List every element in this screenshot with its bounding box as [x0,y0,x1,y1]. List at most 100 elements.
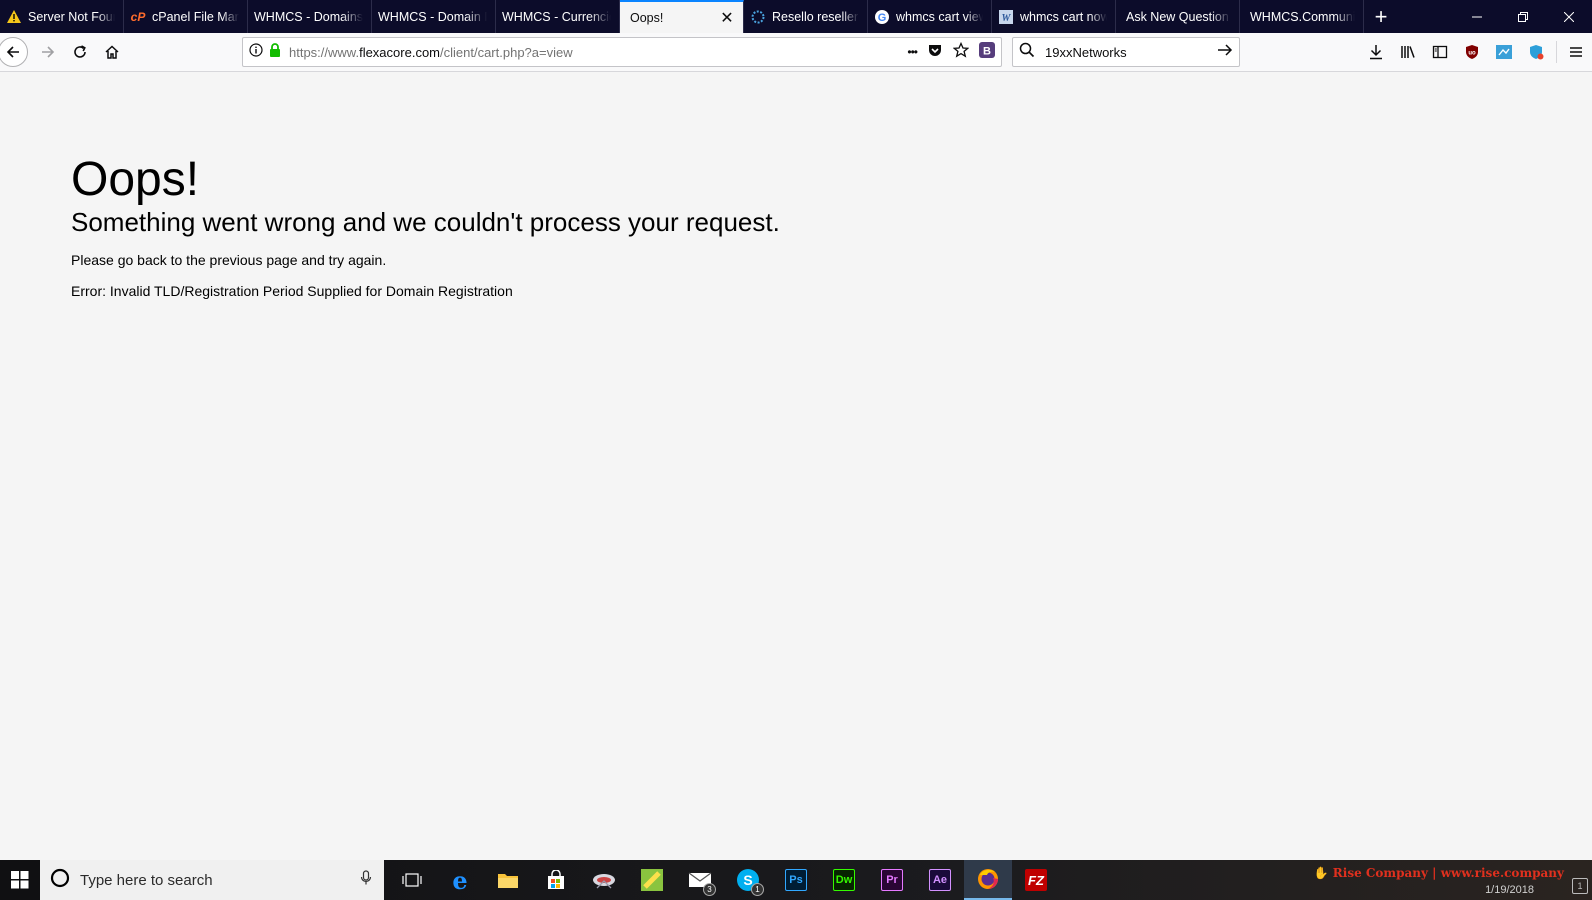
bootstrap-extension-icon[interactable]: B [979,41,995,63]
close-window-button[interactable] [1546,0,1592,33]
taskbar-edge[interactable]: e [436,860,484,900]
downloads-icon[interactable] [1360,37,1392,67]
tab-whmcs-domain-r[interactable]: WHMCS - Domain R [372,0,496,33]
page-content: Oops! Something went wrong and we couldn… [0,72,1592,860]
rise-logo-icon: ✋ [1313,866,1329,880]
sidebar-icon[interactable] [1424,37,1456,67]
taskbar-firefox[interactable] [964,860,1012,900]
url-path: /client/cart.php?a=view [440,44,573,60]
page-actions-more-icon[interactable]: ••• [907,45,918,59]
taskbar-skype[interactable]: S 1 [724,860,772,900]
pocket-icon[interactable] [927,42,943,63]
back-arrow-icon [6,46,19,58]
taskbar-mail[interactable]: 3 [676,860,724,900]
retry-message: Please go back to the previous page and … [71,252,387,268]
url-text[interactable]: https://www.flexacore.com/client/cart.ph… [289,45,907,60]
tab-title: WHMCS - Domains/ [254,9,363,24]
tab-server-not-found[interactable]: Server Not Foun [0,0,124,33]
home-button[interactable] [96,36,128,68]
restore-button[interactable] [1500,0,1546,33]
back-button[interactable] [0,37,28,67]
firefox-icon [978,869,998,889]
taskbar-search-placeholder: Type here to search [80,871,213,889]
tab-resello[interactable]: Resello reseller a [744,0,868,33]
tab-oops-active[interactable]: Oops! ✕ [620,0,744,33]
dreamweaver-icon: Dw [833,869,855,891]
search-go-arrow-icon[interactable] [1217,42,1233,63]
edge-icon: e [452,865,468,895]
taskbar-after-effects[interactable]: Ae [916,860,964,900]
tray-date[interactable]: 1/19/2018 [1485,884,1534,896]
search-input[interactable]: 19xxNetworks [1045,45,1217,60]
tab-title: whmcs cart view [896,9,983,24]
new-tab-button[interactable]: + [1364,0,1398,33]
taskbar-app-cloud[interactable] [580,860,628,900]
taskbar-search-box[interactable]: Type here to search [40,860,384,900]
tab-cpanel[interactable]: cP cPanel File Man [124,0,248,33]
windows-taskbar: Type here to search e 3 S 1 Ps Dw Pr Ae … [0,860,1592,900]
navigation-toolbar: https://www.flexacore.com/client/cart.ph… [0,33,1592,72]
tab-whmcs-domains[interactable]: WHMCS - Domains/ [248,0,372,33]
ublock-origin-icon[interactable]: uo [1456,37,1488,67]
photoshop-icon: Ps [785,869,807,891]
action-center-icon[interactable]: 1 [1572,878,1588,894]
reload-icon [74,45,86,58]
screenshot-extension-icon[interactable] [1488,37,1520,67]
task-view-icon [402,873,422,887]
close-tab-icon[interactable]: ✕ [719,8,735,28]
taskbar-filezilla[interactable]: FZ [1012,860,1060,900]
svg-text:G: G [878,12,887,24]
taskbar-photoshop[interactable]: Ps [772,860,820,900]
tab-google-search[interactable]: G whmcs cart view [868,0,992,33]
page-title: Oops! [71,153,200,206]
cpanel-icon: cP [130,9,146,24]
after-effects-icon: Ae [929,869,951,891]
info-icon[interactable] [249,42,263,62]
search-icon [1019,42,1035,63]
tab-title: WHMCS - Domain R [378,9,487,24]
task-view-button[interactable] [388,860,436,900]
library-icon[interactable] [1392,37,1424,67]
url-bar[interactable]: https://www.flexacore.com/client/cart.ph… [242,37,1002,67]
search-bar[interactable]: 19xxNetworks [1012,37,1240,67]
resello-icon [750,9,766,25]
privacy-shield-extension-icon[interactable] [1520,37,1552,67]
forward-button[interactable] [32,36,64,68]
secure-lock-icon[interactable] [269,42,281,62]
cloud-app-icon [593,874,615,889]
url-host: flexacore.com [359,44,440,60]
green-app-icon [641,869,663,891]
tab-strip: Server Not Foun cP cPanel File Man WHMCS… [0,0,1592,33]
bookmark-star-icon[interactable] [952,41,970,63]
system-tray: ✋ Rise Company | www.rise.company 1/19/20… [1312,860,1592,900]
window-controls [1454,0,1592,33]
mail-badge: 3 [703,883,716,896]
google-icon: G [874,9,890,25]
windows-logo-icon [11,871,29,889]
toolbar-right: uo [1360,37,1592,67]
svg-text:uo: uo [1468,51,1476,57]
taskbar-file-explorer[interactable] [484,860,532,900]
tab-title: Oops! [630,10,664,25]
taskbar-store[interactable] [532,860,580,900]
microphone-icon[interactable] [360,869,372,891]
tray-banner-text: Rise Company | www.rise.company [1332,866,1564,880]
filezilla-icon: FZ [1025,869,1047,891]
tab-title: whmcs cart now [1020,9,1107,24]
start-button[interactable] [0,860,40,900]
tab-word[interactable]: W whmcs cart now [992,0,1116,33]
taskbar-app-green[interactable] [628,860,676,900]
tab-title: WHMCS - Currencie [502,9,611,24]
tab-whmcs-currencies[interactable]: WHMCS - Currencie [496,0,620,33]
tray-banner: ✋ Rise Company | www.rise.company [1314,866,1564,880]
minimize-button[interactable] [1454,0,1500,33]
tab-title: Server Not Foun [28,9,115,24]
svg-text:B: B [983,45,991,57]
taskbar-dreamweaver[interactable]: Dw [820,860,868,900]
taskbar-premiere[interactable]: Pr [868,860,916,900]
hamburger-menu-icon[interactable] [1560,37,1592,67]
tab-whmcs-community[interactable]: WHMCS.Communit [1240,0,1364,33]
tab-ask-question[interactable]: Ask New Question - [1116,0,1240,33]
reload-button[interactable] [64,36,96,68]
folder-icon [498,874,518,888]
